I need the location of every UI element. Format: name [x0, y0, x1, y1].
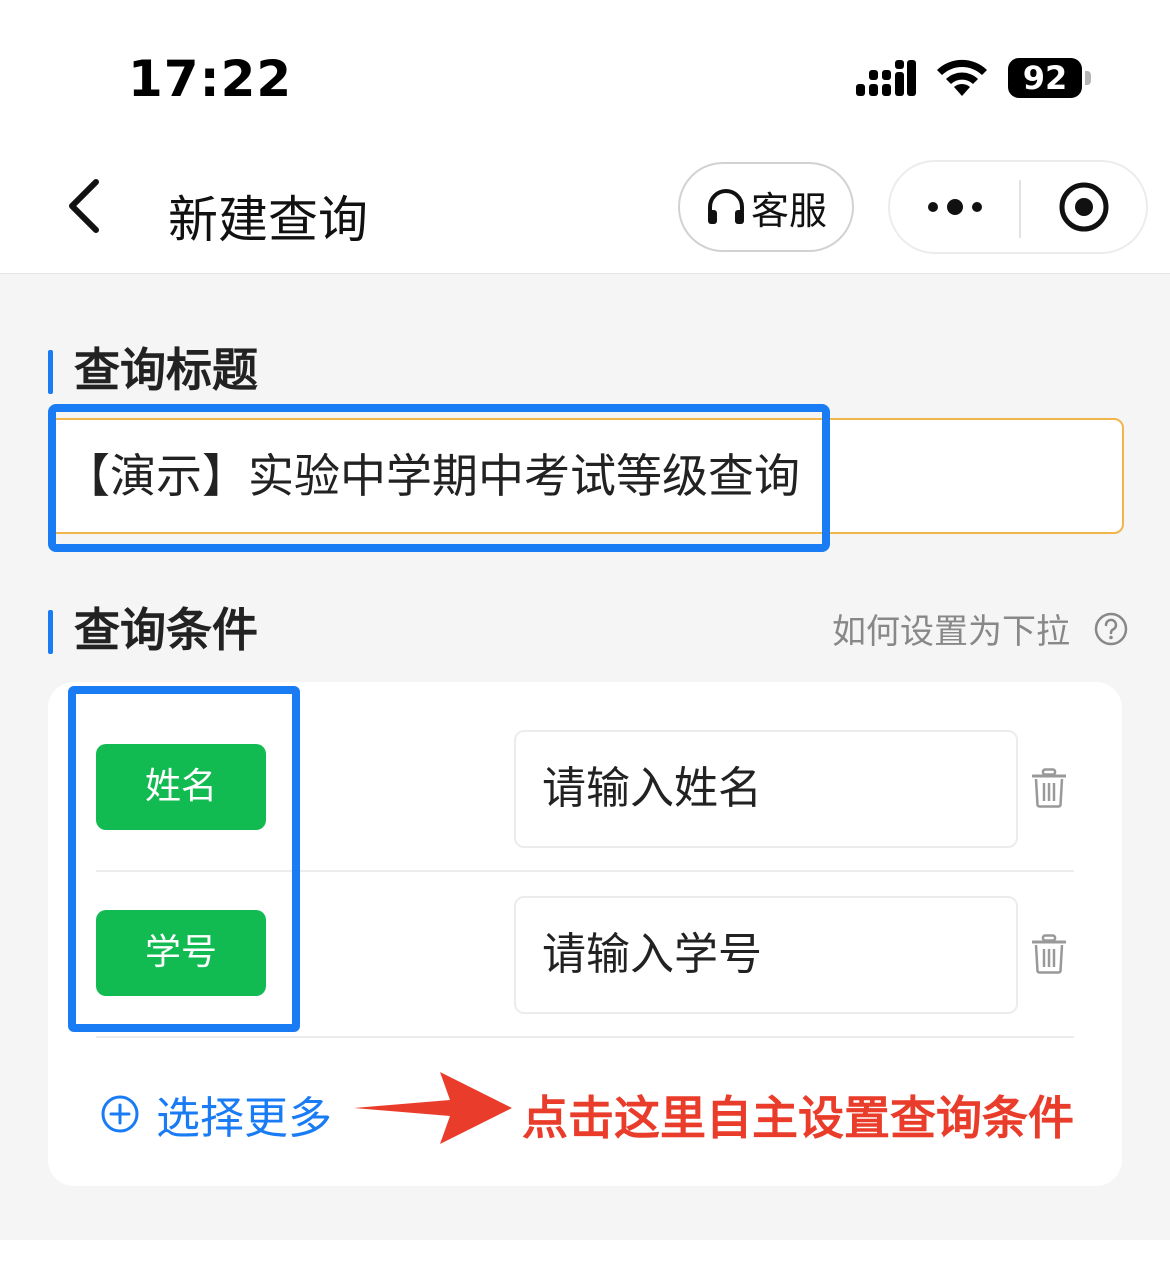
dropdown-help-text: 如何设置为下拉	[832, 612, 1070, 652]
name-input[interactable]: 请输入姓名	[514, 730, 1018, 848]
battery-level: 92	[1008, 58, 1082, 98]
cellular-signal-icon	[856, 60, 916, 96]
more-button[interactable]	[890, 162, 1020, 252]
status-bar: 17:22 92	[0, 0, 1170, 140]
target-close-icon	[1059, 182, 1109, 232]
section-accent-bar	[48, 610, 53, 654]
student-id-input[interactable]: 请输入学号	[514, 896, 1018, 1014]
section-accent-bar	[48, 350, 53, 394]
question-icon	[1094, 612, 1128, 645]
trash-icon[interactable]	[1032, 768, 1066, 808]
miniprogram-capsule	[888, 160, 1148, 254]
customer-service-button[interactable]: 客服	[678, 162, 854, 252]
wifi-icon	[937, 59, 987, 96]
more-dots-icon	[928, 199, 982, 215]
tags-highlight-box	[68, 686, 300, 1032]
query-title-section-header: 查询标题	[48, 340, 1128, 400]
arrow-left-icon	[354, 1072, 512, 1144]
trash-icon[interactable]	[1032, 934, 1066, 974]
conditions-section-header: 查询条件 如何设置为下拉	[48, 600, 1128, 660]
close-miniprogram-button[interactable]	[1020, 162, 1148, 252]
title-highlight-box	[48, 404, 830, 552]
nav-bar: 新建查询 客服	[0, 140, 1170, 274]
battery-indicator: 92	[1008, 58, 1092, 98]
back-icon[interactable]	[62, 176, 110, 236]
row-divider	[96, 1036, 1074, 1038]
select-more-button[interactable]: 选择更多	[100, 1082, 332, 1146]
conditions-heading: 查询条件	[74, 603, 258, 657]
customer-service-label: 客服	[750, 188, 827, 233]
battery-tip	[1085, 71, 1091, 85]
select-more-label: 选择更多	[156, 1093, 332, 1144]
status-time: 17:22	[128, 50, 293, 108]
annotation-text: 点击这里自主设置查询条件	[522, 1091, 1074, 1145]
query-title-heading: 查询标题	[74, 343, 258, 397]
page-title: 新建查询	[168, 191, 368, 249]
dropdown-help-link[interactable]: 如何设置为下拉	[832, 604, 1128, 653]
content-area: 查询标题 【演示】实验中学期中考试等级查询 查询条件 如何设置为下拉 姓名 请输…	[0, 274, 1170, 1240]
headset-icon	[707, 189, 744, 224]
plus-circle-icon	[101, 1095, 139, 1133]
